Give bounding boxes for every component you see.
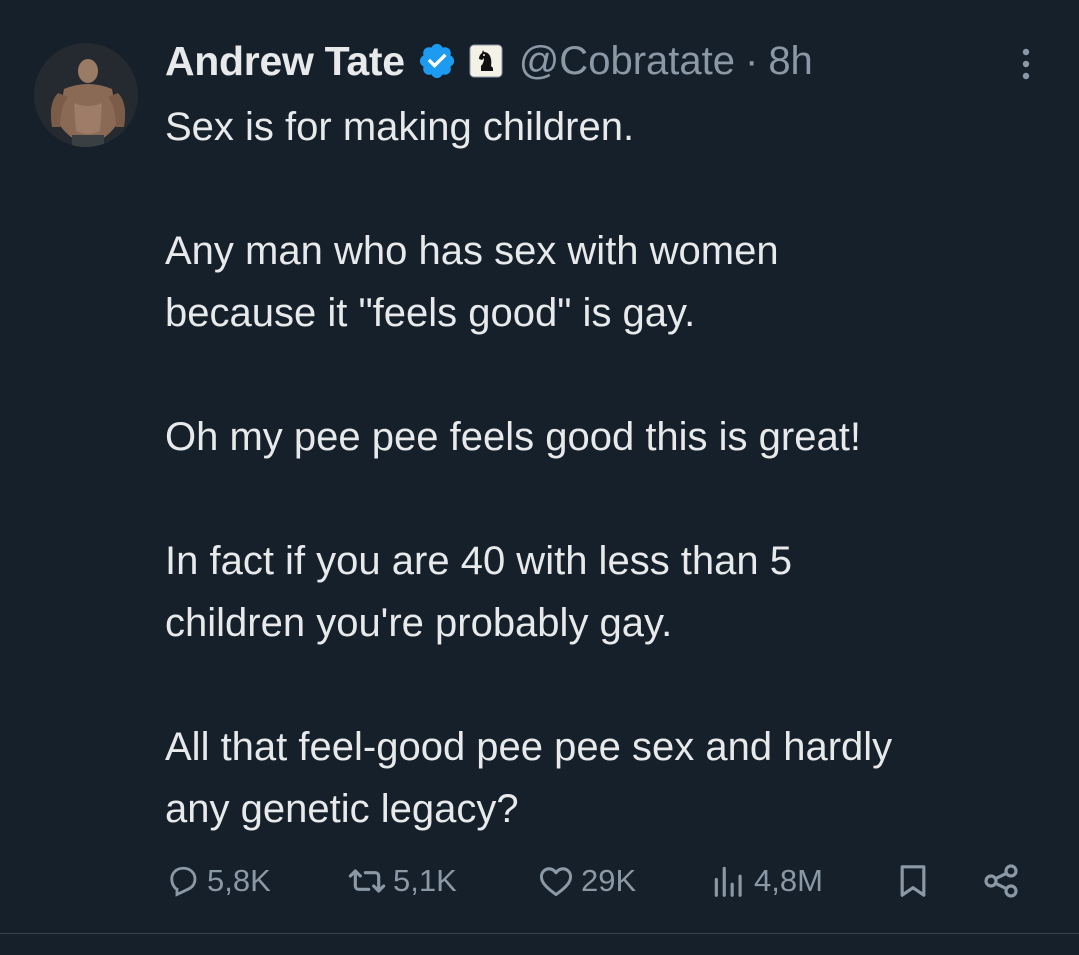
like-button[interactable]: 29K	[537, 856, 636, 906]
tweet-header: Andrew Tate @Cobratate · 8h	[165, 36, 813, 86]
views-count: 4,8M	[754, 863, 823, 898]
separator-dot: ·	[744, 38, 759, 83]
bookmark-icon	[893, 861, 933, 901]
bookmark-button[interactable]	[893, 856, 933, 906]
heart-icon	[537, 862, 575, 900]
reply-button[interactable]: 5,8K	[165, 856, 271, 906]
divider	[0, 933, 1079, 934]
tweet-line: In fact if you are 40 with less than 5	[165, 539, 793, 583]
tweet-line: because it "feels good" is gay.	[165, 291, 696, 335]
handle[interactable]: @Cobratate	[519, 39, 735, 84]
retweet-count: 5,1K	[393, 863, 457, 898]
tweet-line: children you're probably gay.	[165, 601, 673, 645]
tweet[interactable]: Andrew Tate @Cobratate · 8h Sex is for m…	[0, 0, 1079, 955]
display-name[interactable]: Andrew Tate	[165, 38, 405, 85]
retweet-icon	[347, 861, 387, 901]
tweet-line: All that feel-good pee pee sex and hardl…	[165, 725, 893, 769]
tweet-line: Any man who has sex with women	[165, 229, 779, 273]
knight-affiliate-icon[interactable]	[469, 44, 503, 78]
tweet-line: Oh my pee pee feels good this is great!	[165, 415, 861, 459]
action-bar: 5,8K 5,1K 29K 4,8M	[165, 856, 1045, 906]
timestamp[interactable]: 8h	[768, 39, 813, 84]
share-icon	[981, 861, 1021, 901]
tweet-line: any genetic legacy?	[165, 787, 519, 831]
more-options-icon[interactable]	[1012, 44, 1040, 84]
tweet-line: Sex is for making children.	[165, 105, 635, 149]
reply-icon	[165, 863, 201, 899]
verified-badge-icon[interactable]	[417, 41, 457, 81]
views-chart-icon	[710, 862, 748, 900]
retweet-button[interactable]: 5,1K	[347, 856, 457, 906]
avatar[interactable]	[34, 43, 138, 147]
views-button[interactable]: 4,8M	[710, 856, 823, 906]
tweet-text: Sex is for making children. Any man who …	[165, 96, 1065, 840]
share-button[interactable]	[981, 856, 1021, 906]
reply-count: 5,8K	[207, 863, 271, 898]
like-count: 29K	[581, 863, 637, 898]
